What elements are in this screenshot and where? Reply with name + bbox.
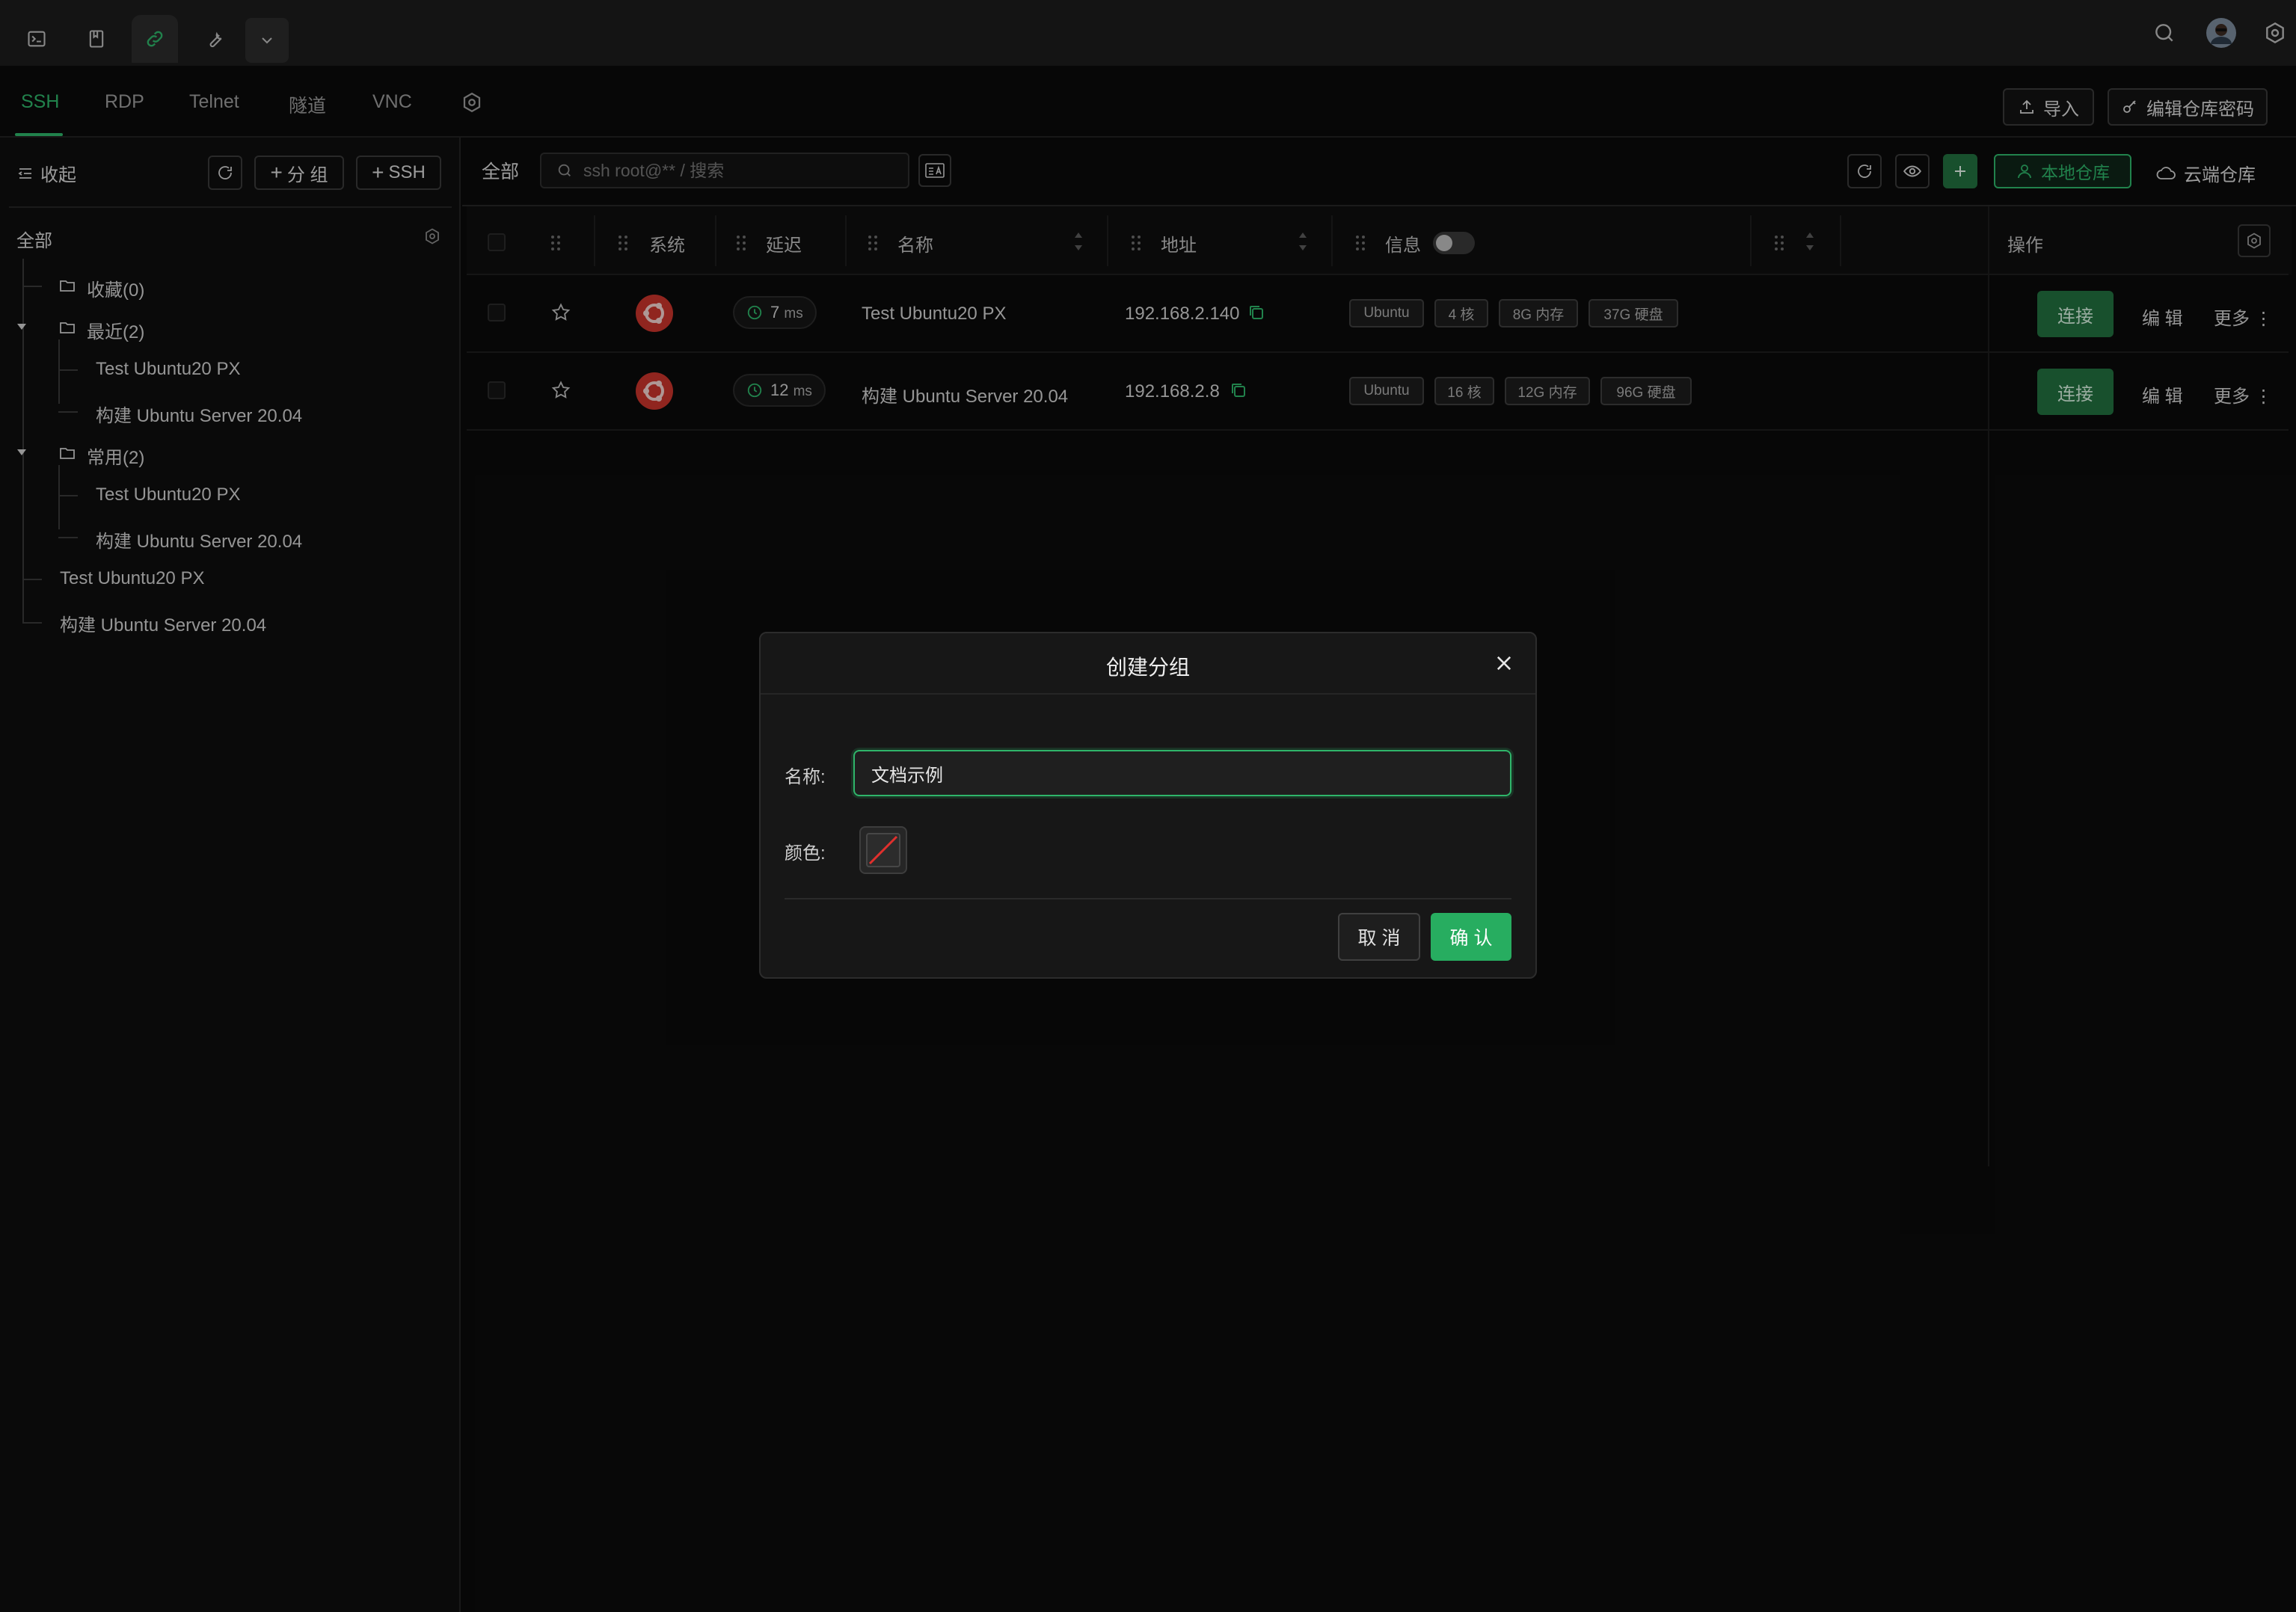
color-picker[interactable] [859, 826, 907, 874]
no-color-icon [866, 833, 900, 867]
group-name-input[interactable] [853, 750, 1511, 796]
dialog-title: 创建分组 [1105, 656, 1190, 679]
color-label: 颜色: [785, 843, 826, 864]
name-label: 名称: [785, 767, 826, 787]
create-group-dialog: 创建分组 名称: 颜色: 取 消 确 认 [759, 632, 1537, 979]
dialog-divider [785, 898, 1511, 899]
dialog-header: 创建分组 [761, 633, 1535, 695]
close-button[interactable] [1491, 650, 1517, 677]
close-icon [1497, 656, 1511, 671]
cancel-button[interactable]: 取 消 [1338, 913, 1420, 961]
confirm-button[interactable]: 确 认 [1431, 913, 1511, 961]
